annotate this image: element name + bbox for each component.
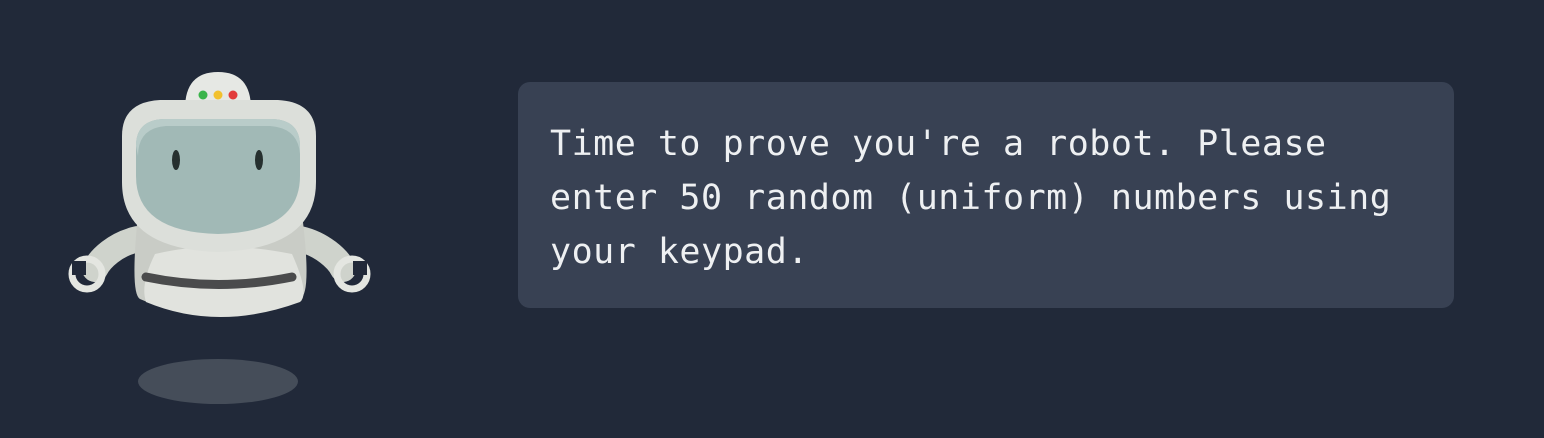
robot-left-eye [172,150,180,170]
robot-right-eye [255,150,263,170]
yellow-light-icon [213,90,223,100]
robot-right-arm [287,226,371,293]
robot-prompt-text: Time to prove you're a robot. Please ent… [550,124,1392,272]
robot-mascot-icon [68,72,371,317]
robot-visor [136,119,300,234]
speech-bubble: Time to prove you're a robot. Please ent… [518,82,1454,308]
red-light-icon [228,90,238,100]
green-light-icon [198,90,208,100]
robot-left-arm [68,226,151,293]
robot-shadow [138,359,298,404]
robot-mascot [60,64,380,414]
